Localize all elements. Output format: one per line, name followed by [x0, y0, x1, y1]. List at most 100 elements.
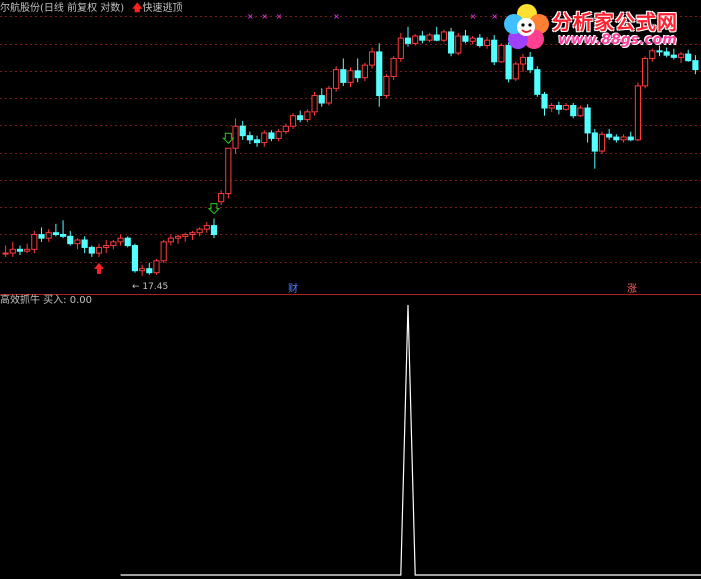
candle	[59, 220, 67, 239]
candle-body	[412, 35, 419, 44]
candle-body	[182, 234, 189, 237]
candle-body	[584, 107, 591, 134]
candle	[210, 218, 218, 239]
candle-body	[534, 69, 541, 95]
candle	[67, 230, 74, 246]
top-marker-icon: ×	[333, 12, 340, 21]
candle-body	[67, 235, 74, 245]
candle-body	[570, 105, 577, 117]
candle	[548, 102, 555, 112]
candle	[476, 33, 483, 48]
candle-body	[383, 76, 390, 97]
candle-body	[634, 85, 642, 141]
candle	[483, 37, 491, 49]
candle-body	[103, 245, 110, 248]
candle-body	[397, 37, 404, 59]
candle-body	[404, 37, 412, 44]
candle	[325, 85, 333, 106]
top-marker-icon: ×	[247, 12, 254, 21]
candle	[397, 32, 404, 62]
candle	[440, 29, 447, 43]
candle-body	[606, 133, 613, 138]
candle-body	[318, 95, 325, 104]
stock-chart[interactable]: × × × × × × ← 17.45 财 涨	[0, 0, 701, 579]
candle	[541, 91, 548, 116]
candle-body	[146, 268, 153, 274]
candle	[297, 110, 304, 123]
candle	[81, 236, 88, 254]
candle	[2, 245, 9, 257]
candle-body	[153, 260, 160, 274]
candle	[606, 128, 613, 140]
candle-body	[598, 133, 606, 152]
candle-body	[419, 35, 426, 41]
candle	[591, 128, 598, 169]
candle-body	[620, 136, 627, 141]
candle	[383, 74, 390, 99]
candle	[24, 243, 31, 254]
candle-body	[282, 125, 289, 133]
top-marker-icon: ×	[261, 12, 268, 21]
candle-body	[167, 237, 174, 243]
candle	[74, 238, 81, 250]
candle	[153, 258, 160, 275]
candle-body	[476, 37, 483, 46]
candle	[512, 61, 519, 82]
candle	[613, 134, 620, 143]
candle	[390, 56, 397, 81]
candle	[16, 245, 24, 256]
candle	[448, 27, 455, 57]
logo-title: 分析家公式网	[552, 10, 678, 34]
candle	[275, 128, 282, 142]
candle	[218, 190, 225, 206]
candle-body	[225, 147, 232, 195]
candle-body	[268, 132, 275, 139]
candle	[692, 55, 699, 75]
candle-body	[304, 111, 311, 121]
candle-body	[562, 105, 570, 110]
candle-body	[376, 51, 383, 97]
candle	[239, 120, 246, 140]
signal-label: 快速逃顶	[142, 3, 183, 14]
candle	[519, 54, 527, 72]
top-marker-icon: ×	[491, 12, 498, 21]
candle-body	[670, 54, 677, 58]
candle	[124, 236, 131, 248]
indicator-line	[120, 304, 701, 576]
candle	[225, 147, 232, 199]
marker-cai: 财	[288, 282, 298, 295]
candle	[282, 123, 289, 135]
candle-body	[491, 39, 498, 63]
candle-body	[555, 105, 562, 110]
candle-body	[232, 125, 239, 149]
candle	[426, 32, 433, 43]
candle-body	[131, 245, 139, 272]
candle-body	[455, 35, 462, 54]
candle-body	[239, 125, 246, 137]
candle	[598, 131, 606, 154]
candle	[232, 118, 239, 154]
candle-body	[541, 93, 548, 109]
candle	[642, 56, 649, 89]
candle-body	[160, 241, 167, 262]
top-marker-icon: ×	[276, 12, 283, 21]
candle-body	[45, 232, 52, 239]
candle-body	[333, 69, 340, 89]
candle	[52, 223, 59, 237]
candle	[491, 35, 498, 66]
flower-icon	[504, 4, 549, 49]
candle-body	[613, 136, 620, 141]
candle-body	[462, 35, 469, 42]
candle-body	[527, 56, 534, 71]
candle-body	[275, 131, 282, 139]
candle-body	[88, 246, 95, 254]
candle	[620, 134, 627, 143]
buy-arrow-icon	[94, 262, 105, 274]
candle-body	[347, 70, 354, 83]
top-marker-icon: ×	[470, 12, 477, 21]
candle	[203, 222, 210, 233]
candle-body	[261, 132, 268, 144]
candle-body	[289, 115, 297, 127]
candle-body	[483, 39, 491, 46]
candle	[131, 243, 139, 273]
